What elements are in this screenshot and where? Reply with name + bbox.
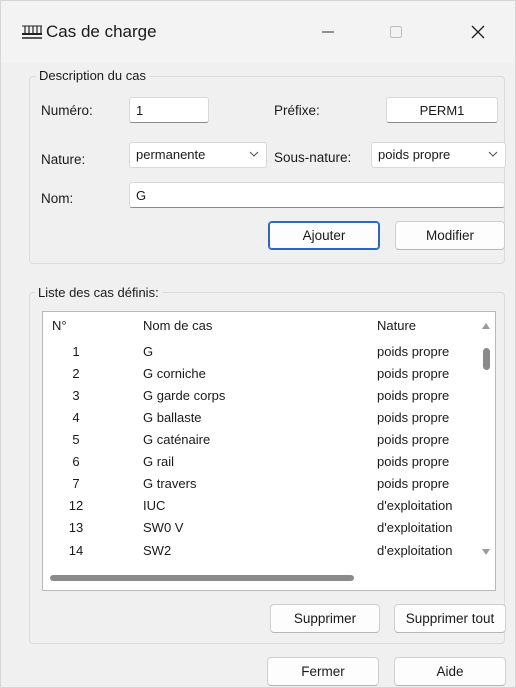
nom-label: Nom: (41, 191, 74, 206)
row-number: 12 (68, 498, 84, 513)
row-nature: poids propre (377, 454, 450, 469)
sous-nature-label: Sous-nature: (274, 150, 352, 165)
row-number: 2 (72, 366, 80, 381)
sous-nature-select[interactable]: poids propre (371, 142, 506, 168)
row-number: 1 (72, 344, 80, 359)
horizontal-scrollbar[interactable] (43, 568, 479, 590)
list-row[interactable]: 2 G corniche poids propre (43, 366, 477, 388)
row-name: G garde corps (143, 388, 226, 403)
row-name: G corniche (143, 366, 206, 381)
list-row[interactable]: 6 G rail poids propre (43, 454, 477, 476)
row-number: 7 (72, 476, 80, 491)
title-bar: Cas de charge (1, 1, 515, 63)
row-number: 4 (72, 410, 80, 425)
list-row[interactable]: 1 G poids propre (43, 344, 477, 366)
list-row[interactable]: 7 G travers poids propre (43, 476, 477, 498)
row-nature: d'exploitation (377, 498, 453, 513)
chevron-down-icon (488, 151, 498, 157)
row-name: G travers (143, 476, 197, 491)
row-number: 3 (72, 388, 80, 403)
chevron-down-icon (249, 151, 259, 157)
prefixe-field[interactable]: PERM1 (386, 97, 498, 123)
nature-label: Nature: (41, 152, 86, 167)
close-button[interactable] (455, 15, 501, 49)
list-row[interactable]: 14 SW2 d'exploitation (43, 543, 477, 565)
minimize-button[interactable] (305, 15, 351, 49)
row-number: 14 (68, 543, 84, 558)
row-nature: poids propre (377, 410, 450, 425)
row-number: 6 (72, 454, 80, 469)
scroll-down-icon[interactable] (481, 548, 491, 556)
fermer-button[interactable]: Fermer (267, 657, 379, 686)
numero-field[interactable]: 1 (129, 97, 209, 123)
sous-nature-select-value: poids propre (378, 147, 451, 162)
row-name: SW2 (143, 543, 172, 558)
row-number: 5 (72, 432, 80, 447)
numero-label: Numéro: (41, 103, 93, 118)
row-number: 13 (68, 520, 84, 535)
row-nature: d'exploitation (377, 543, 453, 558)
nom-field[interactable]: G (129, 182, 505, 208)
row-nature: d'exploitation (377, 520, 453, 535)
row-name: IUC (143, 498, 166, 513)
prefixe-label: Préfixe: (274, 103, 320, 118)
column-header-name[interactable]: Nom de cas (143, 318, 212, 333)
maximize-icon (390, 26, 402, 38)
row-name: G rail (143, 454, 175, 469)
nature-select-value: permanente (136, 147, 206, 162)
modifier-button[interactable]: Modifier (395, 221, 505, 250)
window-title: Cas de charge (46, 22, 157, 41)
list-group-label: Liste des cas définis: (35, 285, 162, 300)
list-row[interactable]: 4 G ballaste poids propre (43, 410, 477, 432)
maximize-button[interactable] (373, 15, 419, 49)
supprimer-button[interactable]: Supprimer (270, 604, 380, 633)
row-nature: poids propre (377, 344, 450, 359)
column-header-number[interactable]: N° (52, 318, 67, 333)
nature-select[interactable]: permanente (129, 142, 267, 168)
row-nature: poids propre (377, 366, 450, 381)
load-case-dialog: Cas de charge Description du cas Numéro:… (0, 0, 516, 688)
list-row[interactable]: 13 SW0 V d'exploitation (43, 520, 477, 542)
scroll-up-icon[interactable] (481, 322, 491, 330)
row-nature: poids propre (377, 432, 450, 447)
row-name: G caténaire (143, 432, 211, 447)
list-row[interactable]: 12 IUC d'exploitation (43, 498, 477, 520)
row-name: G (143, 344, 154, 359)
list-content: N° Nom de cas Nature 1 G poids propre 2 … (43, 312, 477, 568)
close-icon (471, 25, 485, 39)
load-case-icon (22, 25, 42, 39)
description-group-label: Description du cas (36, 68, 149, 83)
minimize-icon (322, 31, 334, 33)
load-case-list[interactable]: N° Nom de cas Nature 1 G poids propre 2 … (42, 311, 496, 591)
vertical-scrollbar[interactable] (477, 312, 495, 568)
list-row[interactable]: 5 G caténaire poids propre (43, 432, 477, 454)
aide-button[interactable]: Aide (394, 657, 506, 686)
ajouter-button[interactable]: Ajouter (268, 221, 380, 250)
list-row[interactable]: 3 G garde corps poids propre (43, 388, 477, 410)
supprimer-tout-button[interactable]: Supprimer tout (394, 604, 506, 633)
horizontal-scroll-thumb[interactable] (50, 575, 354, 581)
row-name: G ballaste (143, 410, 202, 425)
vertical-scroll-thumb[interactable] (483, 348, 490, 370)
column-header-nature[interactable]: Nature (377, 318, 416, 333)
row-name: SW0 V (143, 520, 184, 535)
row-nature: poids propre (377, 388, 450, 403)
row-nature: poids propre (377, 476, 450, 491)
